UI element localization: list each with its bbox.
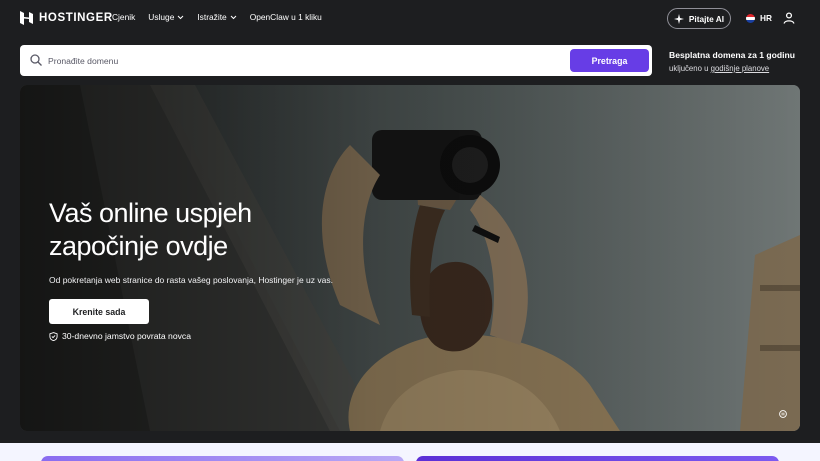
ask-ai-label: Pitajte AI [688, 13, 725, 24]
guarantee-text: 30-dnevno jamstvo povrata novca [62, 331, 191, 341]
nav-item-label: Cjenik [112, 12, 136, 22]
nav-item-usluge[interactable]: Usluge [148, 12, 184, 22]
hostinger-logo[interactable]: HOSTINGER [20, 11, 113, 25]
top-navigation: HOSTINGER Cjenik Usluge Istražite OpenCl… [0, 0, 820, 36]
promo-title: Besplatna domena za 1 godinu [669, 50, 796, 60]
annual-plans-link[interactable]: godišnje planove [711, 64, 770, 73]
croatia-flag-icon [746, 13, 755, 23]
nav-item-label: Usluge [148, 12, 175, 22]
chevron-down-icon [230, 15, 237, 19]
logo-text: HOSTINGER [39, 12, 113, 24]
domain-search-input[interactable] [48, 51, 560, 70]
hero-title: Vaš online uspjeh započinje ovdje [49, 197, 252, 263]
chevron-down-icon [178, 15, 184, 19]
promo-subtitle-text: uključeno u [669, 64, 711, 73]
money-back-guarantee: 30-dnevno jamstvo povrata novca [49, 331, 191, 341]
free-domain-promo: Besplatna domena za 1 godinu uključeno u… [669, 50, 795, 73]
ask-ai-button[interactable]: Pitajte AI [667, 8, 731, 29]
hero-title-line: započinje ovdje [49, 231, 228, 261]
feature-card-preview [41, 456, 404, 461]
promo-subtitle: uključeno u godišnje planove [669, 64, 795, 73]
domain-search-bar: Pretraga [20, 45, 652, 76]
hostinger-logo-icon [20, 11, 33, 25]
pause-video-icon[interactable] [779, 410, 787, 418]
nav-item-openclaw[interactable]: OpenClaw u 1 kliku [250, 12, 322, 22]
user-icon[interactable] [783, 12, 795, 24]
search-button[interactable]: Pretraga [570, 49, 649, 72]
shield-check-icon [49, 331, 58, 341]
hero-subtitle: Od pokretanja web stranice do rasta vaše… [49, 275, 333, 285]
language-label: HR [760, 13, 772, 23]
search-icon [30, 54, 42, 66]
language-selector[interactable]: HR [746, 13, 772, 23]
nav-item-istrazite[interactable]: Istražite [197, 12, 237, 22]
get-started-button[interactable]: Krenite sada [49, 299, 149, 324]
main-nav: Cjenik Usluge Istražite OpenClaw u 1 kli… [112, 12, 322, 22]
nav-item-cjenik[interactable]: Cjenik [112, 12, 135, 22]
nav-item-label: Istražite [197, 12, 227, 22]
hero-title-line: Vaš online uspjeh [49, 198, 252, 228]
hero-banner: Vaš online uspjeh započinje ovdje Od pok… [20, 85, 800, 431]
sparkle-icon [673, 13, 684, 24]
feature-card-preview [416, 456, 779, 461]
nav-item-label: OpenClaw u 1 kliku [249, 12, 322, 22]
